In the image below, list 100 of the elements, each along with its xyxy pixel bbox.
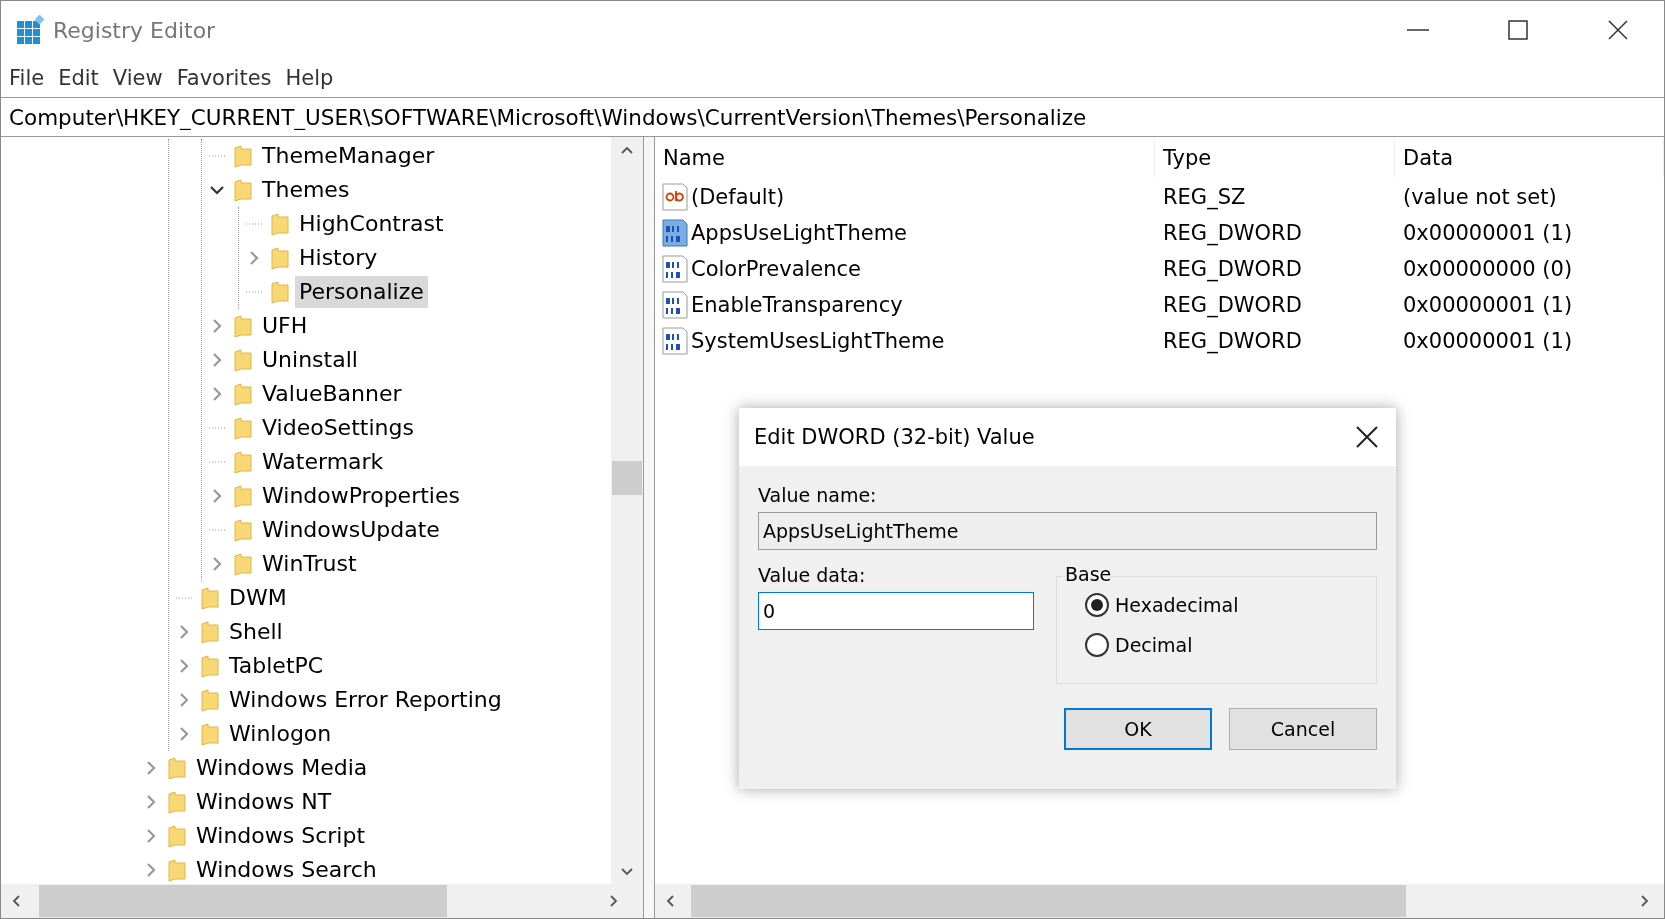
folder-icon	[199, 620, 221, 644]
tree-item[interactable]: Shell	[225, 616, 287, 648]
radio-button[interactable]	[1085, 593, 1109, 617]
value-type: REG_DWORD	[1162, 221, 1303, 245]
value-type: REG_DWORD	[1162, 257, 1303, 281]
radio-button[interactable]	[1085, 633, 1109, 657]
radio-label[interactable]: Decimal	[1115, 634, 1193, 656]
folder-icon	[232, 416, 254, 440]
binary-value-icon	[661, 254, 689, 284]
tree-item[interactable]: WinTrust	[258, 548, 361, 580]
folder-icon	[232, 518, 254, 542]
binary-value-icon	[661, 218, 689, 248]
folder-icon	[232, 314, 254, 338]
menu-item[interactable]: View	[112, 66, 163, 90]
pane-splitter[interactable]	[644, 137, 655, 918]
tree-item[interactable]: Winlogon	[225, 718, 336, 750]
tree-item[interactable]: Personalize	[295, 276, 428, 308]
folder-icon	[199, 722, 221, 746]
folder-icon	[199, 688, 221, 712]
folder-icon	[269, 280, 291, 304]
tree-connector	[209, 427, 225, 429]
value-name-field[interactable]: AppsUseLightTheme	[758, 512, 1377, 550]
folder-icon	[232, 450, 254, 474]
tree-item[interactable]: WindowProperties	[258, 480, 464, 512]
folder-icon	[166, 790, 188, 814]
folder-icon	[232, 348, 254, 372]
value-data: 0x00000001 (1)	[1402, 221, 1574, 245]
value-data-field[interactable]: 0	[758, 592, 1034, 630]
column-header[interactable]: Name	[655, 139, 1155, 177]
tree-connector	[176, 597, 192, 599]
folder-icon	[232, 178, 254, 202]
radio-label[interactable]: Hexadecimal	[1115, 594, 1239, 616]
value-data: 0x00000001 (1)	[1402, 329, 1574, 353]
folder-icon	[232, 382, 254, 406]
field-label: Value data:	[758, 564, 867, 586]
tree-item[interactable]: UFH	[258, 310, 312, 342]
folder-icon	[232, 484, 254, 508]
menu-item[interactable]: Help	[285, 66, 334, 90]
folder-icon	[166, 756, 188, 780]
tree-item[interactable]: Themes	[258, 174, 354, 206]
tree-item[interactable]: ValueBanner	[258, 378, 406, 410]
scrollbar-thumb[interactable]	[39, 885, 447, 917]
tree-item[interactable]: TabletPC	[225, 650, 328, 682]
tree-item[interactable]: Windows Search	[192, 854, 381, 884]
tree-item[interactable]: Uninstall	[258, 344, 362, 376]
value-name[interactable]: (Default)	[691, 185, 785, 209]
tree-item[interactable]: HighContrast	[295, 208, 448, 240]
folder-icon	[269, 212, 291, 236]
dialog-button[interactable]: OK	[1064, 708, 1212, 750]
value-name[interactable]: EnableTransparency	[691, 293, 903, 317]
window-title: Registry Editor	[53, 17, 217, 43]
tree-connector	[209, 529, 225, 531]
tree-item[interactable]: Windows NT	[192, 786, 336, 818]
dialog-title: Edit DWORD (32-bit) Value	[754, 425, 1036, 449]
tree-item[interactable]: Windows Script	[192, 820, 369, 852]
registry-app-icon	[15, 15, 45, 45]
folder-icon	[269, 246, 291, 270]
tree-item[interactable]: History	[295, 242, 382, 274]
tree-item[interactable]: WindowsUpdate	[258, 514, 444, 546]
menu-item[interactable]: Favorites	[176, 66, 272, 90]
value-data: 0x00000000 (0)	[1402, 257, 1574, 281]
value-type: REG_DWORD	[1162, 329, 1303, 353]
tree-connector	[209, 155, 225, 157]
folder-icon	[199, 654, 221, 678]
value-type: REG_SZ	[1162, 185, 1247, 209]
tree-item[interactable]: ThemeManager	[258, 140, 439, 172]
value-data: 0x00000001 (1)	[1402, 293, 1574, 317]
column-header[interactable]: Type	[1155, 139, 1395, 177]
value-name[interactable]: ColorPrevalence	[691, 257, 862, 281]
folder-icon	[199, 586, 221, 610]
menu-item[interactable]: File	[9, 66, 45, 90]
folder-icon	[166, 824, 188, 848]
scrollbar-thumb[interactable]	[612, 461, 642, 495]
scrollbar-thumb[interactable]	[691, 885, 1406, 917]
tree-item[interactable]: DWM	[225, 582, 291, 614]
value-name[interactable]: SystemUsesLightTheme	[691, 329, 945, 353]
string-value-icon	[661, 182, 689, 212]
folder-icon	[166, 858, 188, 882]
tree-item[interactable]: Watermark	[258, 446, 388, 478]
dialog-button[interactable]: Cancel	[1229, 708, 1377, 750]
value-type: REG_DWORD	[1162, 293, 1303, 317]
maximize-icon[interactable]	[1508, 20, 1528, 40]
menu-item[interactable]: Edit	[58, 66, 99, 90]
value-name[interactable]: AppsUseLightTheme	[691, 221, 908, 245]
tree-item[interactable]: VideoSettings	[258, 412, 418, 444]
address-field[interactable]: Computer\HKEY_CURRENT_USER\SOFTWARE\Microsoft\Windows\CurrentVersion\Themes\Personalize	[1, 97, 1664, 137]
tree-connector	[246, 291, 262, 293]
horizontal-scrollbar[interactable]	[655, 884, 1664, 918]
folder-icon	[232, 552, 254, 576]
vertical-scrollbar[interactable]	[611, 137, 643, 884]
column-header[interactable]: Data	[1395, 139, 1664, 177]
tree-connector	[209, 461, 225, 463]
value-data: (value not set)	[1402, 185, 1558, 209]
close-icon[interactable]	[1356, 426, 1378, 448]
tree-connector	[246, 223, 262, 225]
close-icon[interactable]	[1608, 20, 1628, 40]
horizontal-scrollbar[interactable]	[1, 884, 643, 918]
tree-item[interactable]: Windows Media	[192, 752, 372, 784]
tree-item[interactable]: Windows Error Reporting	[225, 684, 506, 716]
field-label: Value name:	[758, 484, 878, 506]
